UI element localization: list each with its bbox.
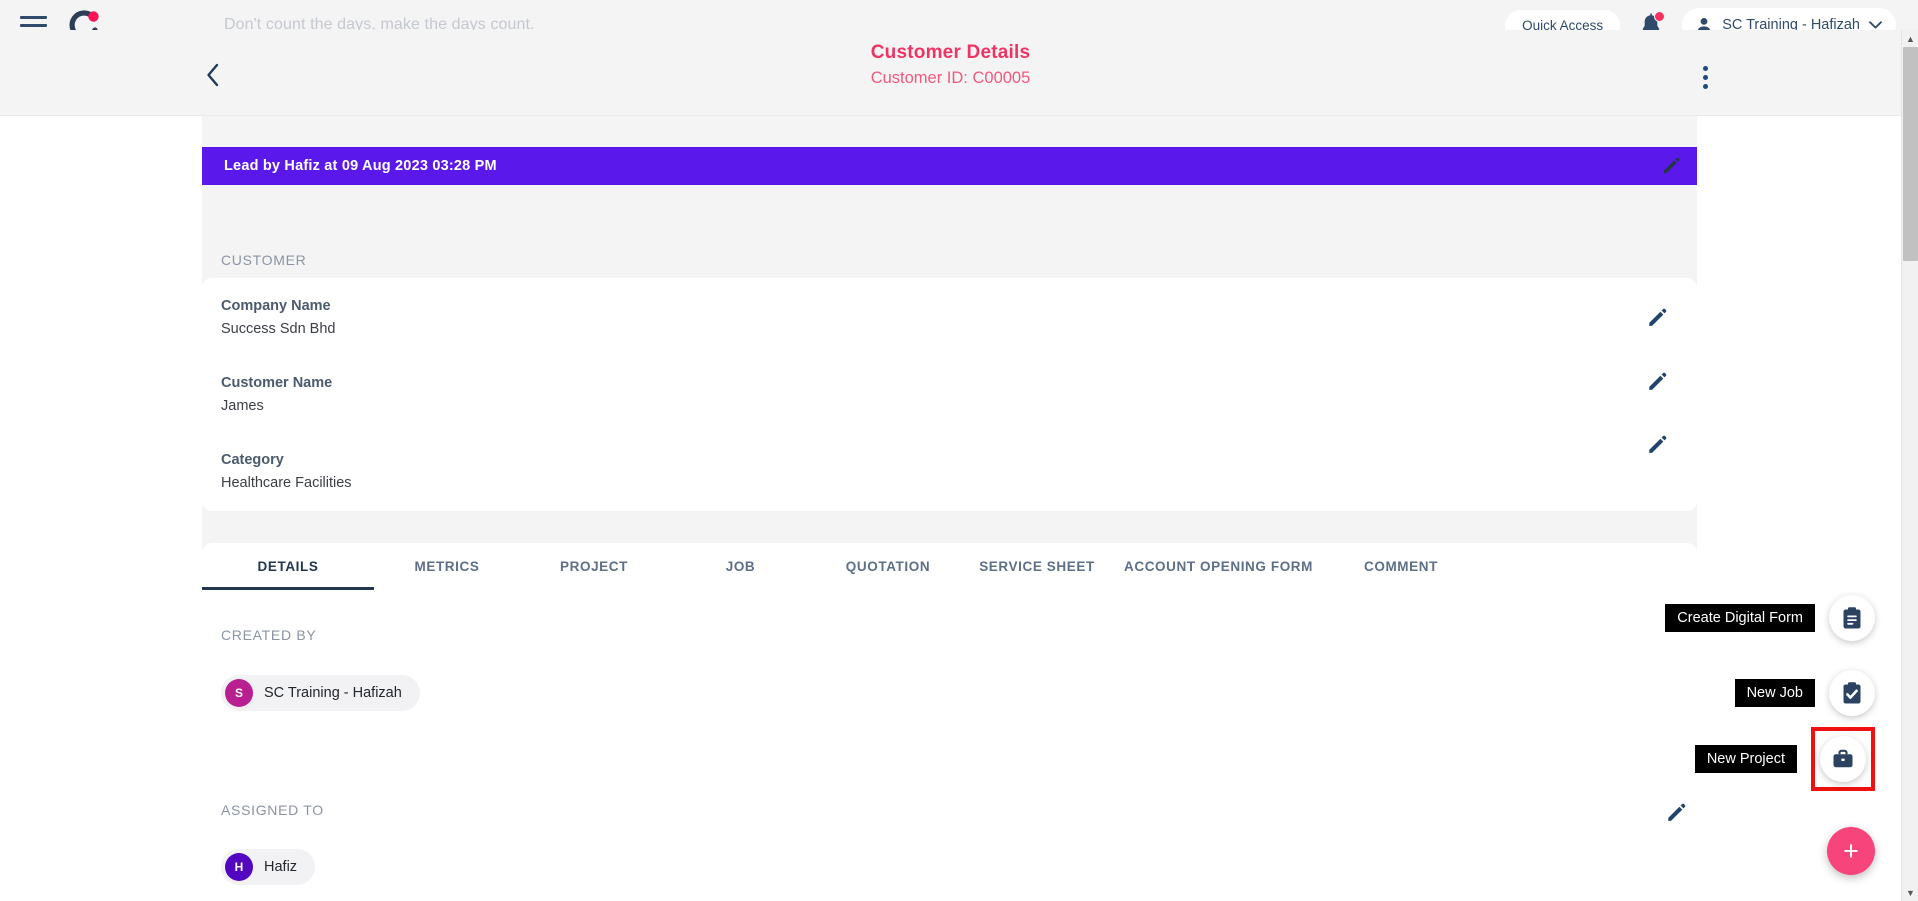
lead-banner-edit-pencil-icon[interactable] — [1661, 156, 1681, 176]
assigned-to-user-chip[interactable]: H Hafiz — [221, 849, 316, 885]
content-sheet: Customer Details Customer ID: C00005 Lea… — [0, 30, 1901, 901]
tab-metrics[interactable]: METRICS — [374, 559, 520, 590]
tab-quotation[interactable]: QUOTATION — [813, 559, 963, 590]
avatar: H — [225, 853, 253, 881]
page-subtitle: Customer ID: C00005 — [870, 69, 1031, 87]
app-root: Don't count the days, make the days coun… — [0, 0, 1918, 901]
field-category: Category Healthcare Facilities — [221, 452, 352, 491]
briefcase-icon[interactable] — [1820, 736, 1866, 782]
new-project-highlight-box — [1811, 727, 1875, 791]
created-by-user-name: SC Training - Hafizah — [264, 685, 402, 701]
field-customer-name: Customer Name James — [221, 375, 332, 414]
lead-banner: Lead by Hafiz at 09 Aug 2023 03:28 PM — [202, 147, 1697, 185]
tab-comment[interactable]: COMMENT — [1326, 559, 1476, 590]
clipboard-list-icon[interactable] — [1829, 595, 1875, 641]
kebab-dot — [1702, 65, 1708, 71]
tab-bar: DETAILS METRICS PROJECT JOB QUOTATION SE… — [202, 543, 1697, 601]
fab-tooltip: New Job — [1734, 679, 1815, 707]
scrollbar-up-arrow[interactable]: ▲ — [1902, 30, 1918, 47]
kebab-dot — [1702, 83, 1708, 89]
fab-new-project[interactable]: New Project — [1694, 727, 1875, 791]
fab-create-digital-form[interactable]: Create Digital Form — [1665, 595, 1875, 641]
hamburger-line — [19, 23, 47, 27]
created-by-user-chip[interactable]: S SC Training - Hafizah — [221, 675, 420, 711]
tabs-card: DETAILS METRICS PROJECT JOB QUOTATION SE… — [202, 543, 1697, 901]
fab-tooltip: New Project — [1694, 745, 1797, 773]
field-company-name: Company Name Success Sdn Bhd — [221, 298, 335, 337]
tab-service-sheet[interactable]: SERVICE SHEET — [963, 559, 1111, 590]
scrollbar-thumb[interactable] — [1903, 47, 1918, 261]
field-label: Company Name — [221, 298, 331, 314]
edit-company-name-pencil-icon[interactable] — [1646, 307, 1668, 329]
fab-tooltip: Create Digital Form — [1665, 604, 1815, 632]
edit-assigned-to-pencil-icon[interactable] — [1665, 802, 1687, 824]
field-value: Healthcare Facilities — [221, 475, 352, 491]
page-title-block: Customer Details Customer ID: C00005 — [0, 42, 1901, 88]
field-value: Success Sdn Bhd — [221, 321, 336, 337]
hamburger-line — [19, 15, 47, 19]
clipboard-check-icon[interactable] — [1829, 670, 1875, 716]
edit-customer-name-pencil-icon[interactable] — [1646, 371, 1668, 393]
lead-banner-text: Lead by Hafiz at 09 Aug 2023 03:28 PM — [224, 158, 497, 174]
field-label: Customer Name — [221, 375, 333, 391]
chevron-down-icon — [1869, 21, 1882, 29]
tab-project[interactable]: PROJECT — [520, 559, 668, 590]
fab-new-job[interactable]: New Job — [1734, 670, 1875, 716]
avatar: S — [225, 679, 253, 707]
fab-main-add-button[interactable]: + — [1827, 827, 1875, 875]
tab-account-opening-form[interactable]: ACCOUNT OPENING FORM — [1111, 559, 1326, 590]
created-by-label: CREATED BY — [221, 627, 317, 643]
edit-category-pencil-icon[interactable] — [1646, 434, 1668, 456]
field-label: Category — [221, 452, 284, 468]
tab-details[interactable]: DETAILS — [202, 559, 374, 590]
assigned-to-user-name: Hafiz — [264, 859, 298, 875]
tab-job[interactable]: JOB — [668, 559, 813, 590]
scrollbar-down-arrow[interactable]: ▼ — [1902, 884, 1918, 901]
page-header: Customer Details Customer ID: C00005 — [0, 30, 1901, 116]
field-value: James — [221, 398, 264, 414]
page-scrollbar[interactable]: ▲ ▼ — [1901, 30, 1918, 901]
customer-section-label: CUSTOMER — [221, 252, 307, 268]
page-title: Customer Details — [870, 42, 1031, 63]
assigned-to-label: ASSIGNED TO — [221, 802, 324, 818]
kebab-dot — [1702, 74, 1708, 80]
more-vertical-icon[interactable] — [1691, 62, 1719, 92]
customer-card: Company Name Success Sdn Bhd Customer Na… — [202, 278, 1697, 511]
